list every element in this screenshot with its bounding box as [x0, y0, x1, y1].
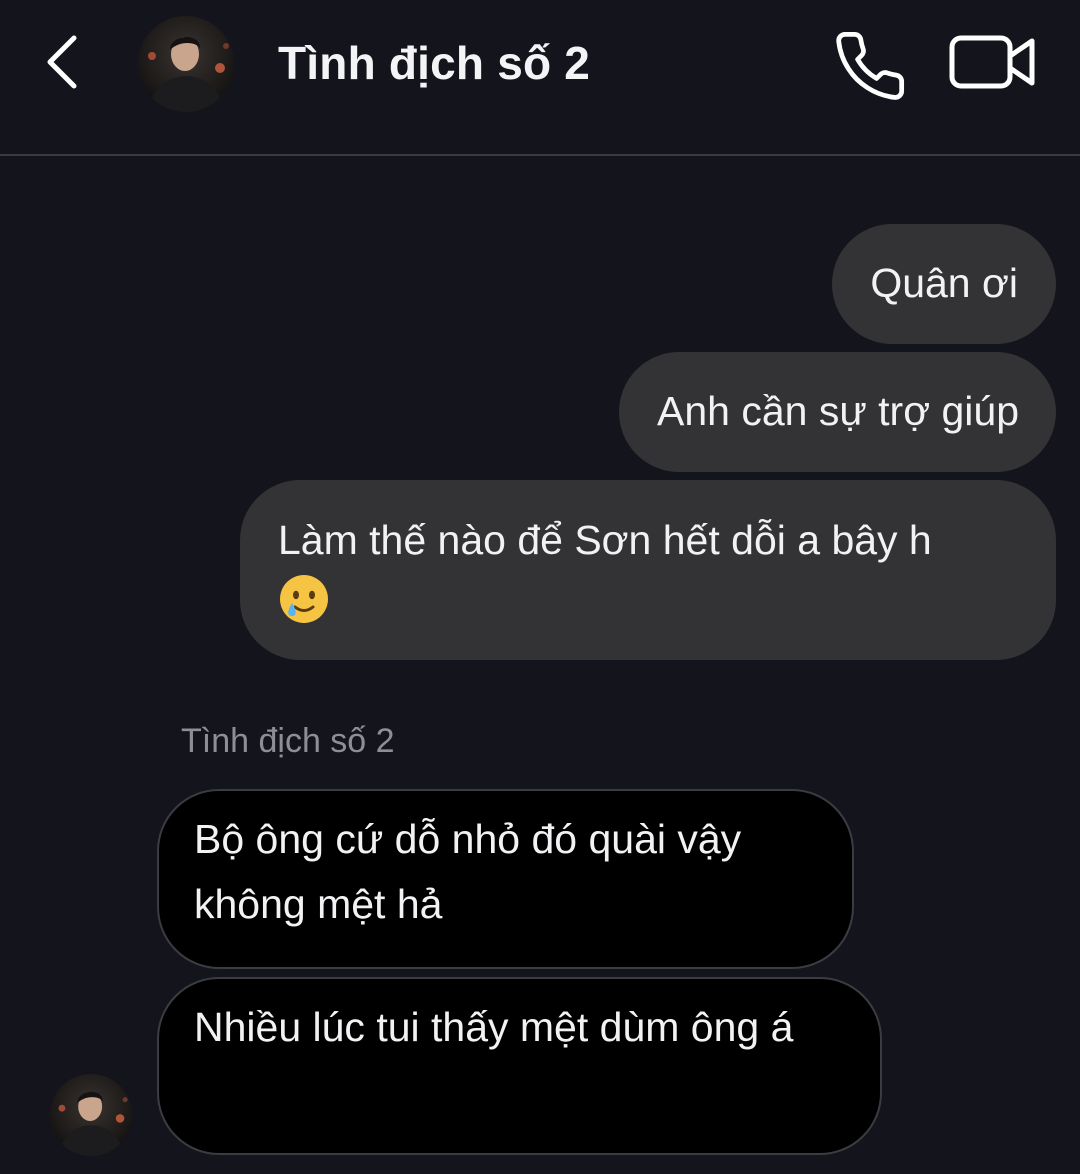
message-text: Bộ ông cứ dỗ nhỏ đó quài vậy không mệt h… [194, 816, 742, 927]
voice-call-button[interactable] [832, 28, 908, 104]
profile-photo [50, 1074, 132, 1156]
contact-avatar[interactable] [138, 16, 234, 112]
contact-name[interactable]: Tình địch số 2 [278, 36, 590, 90]
video-camera-icon [949, 35, 1035, 89]
sender-name-label: Tình địch số 2 [181, 722, 395, 760]
back-button[interactable] [38, 30, 88, 94]
message-text: Anh cần sự trợ giúp [656, 388, 1019, 434]
outgoing-message[interactable]: Anh cần sự trợ giúp [618, 352, 1056, 472]
smiling-face-with-tear-icon [278, 573, 330, 644]
message-text: Quân ơi [870, 260, 1018, 306]
outgoing-message[interactable]: Làm thế nào để Sơn hết dỗi a bây h [240, 480, 1056, 660]
phone-icon [836, 31, 905, 100]
video-call-button[interactable] [948, 30, 1038, 94]
incoming-message[interactable]: Nhiều lúc tui thấy mệt dùm ông á [157, 977, 882, 1155]
outgoing-message[interactable]: Quân ơi [832, 224, 1056, 344]
message-text: Làm thế nào để Sơn hết dỗi a bây h [278, 517, 932, 563]
profile-photo [138, 16, 234, 112]
chat-header: Tình địch số 2 [0, 0, 1080, 156]
incoming-message[interactable]: Bộ ông cứ dỗ nhỏ đó quài vậy không mệt h… [157, 789, 854, 969]
chevron-left-icon [47, 35, 77, 89]
message-text: Nhiều lúc tui thấy mệt dùm ông á [194, 1004, 794, 1050]
sender-avatar[interactable] [50, 1074, 132, 1156]
